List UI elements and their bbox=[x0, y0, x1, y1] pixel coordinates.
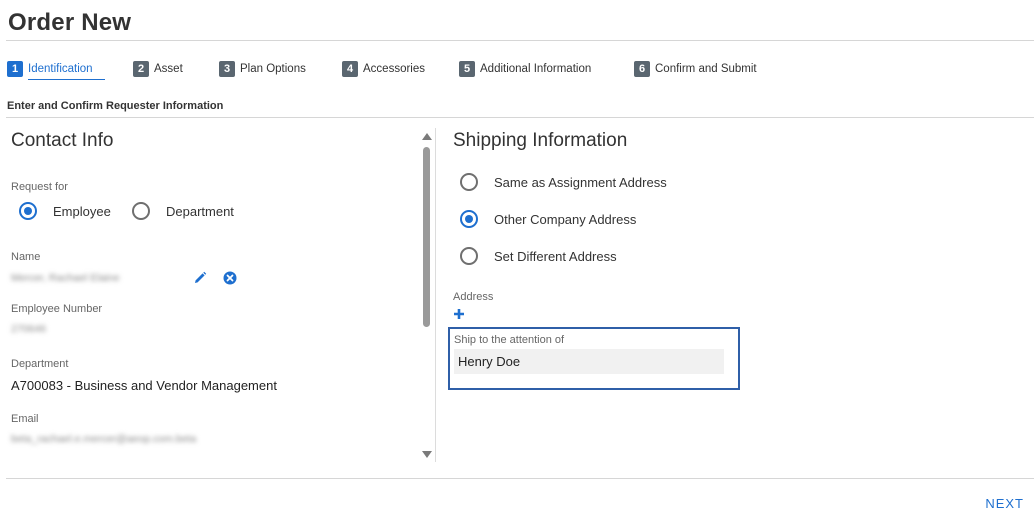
email-value: beta_rachael.e.mercer@aeop.com.beta bbox=[11, 433, 197, 445]
radio-same-as-assignment-address[interactable]: Same as Assignment Address bbox=[460, 173, 667, 191]
step-number: 3 bbox=[219, 60, 235, 77]
request-for-label: Request for bbox=[11, 181, 68, 193]
next-button[interactable]: NEXT bbox=[985, 496, 1024, 511]
radio-employee[interactable]: Employee bbox=[19, 202, 111, 220]
step-number: 5 bbox=[459, 60, 475, 77]
attention-input[interactable] bbox=[454, 349, 724, 374]
scroll-thumb[interactable] bbox=[423, 147, 430, 327]
contact-info-title: Contact Info bbox=[11, 130, 114, 151]
contact-scrollbar[interactable] bbox=[421, 130, 432, 460]
step-asset[interactable]: 2 Asset bbox=[133, 60, 183, 77]
radio-label: Set Different Address bbox=[494, 248, 617, 264]
radio-label: Department bbox=[166, 203, 234, 219]
step-confirm-and-submit[interactable]: 6 Confirm and Submit bbox=[634, 60, 757, 77]
scroll-down-icon[interactable] bbox=[422, 451, 432, 458]
step-accessories[interactable]: 4 Accessories bbox=[342, 60, 425, 77]
step-number: 4 bbox=[342, 60, 358, 77]
section-caption: Enter and Confirm Requester Information bbox=[7, 100, 224, 112]
employee-number-value: 270646 bbox=[11, 323, 47, 335]
radio-label: Same as Assignment Address bbox=[494, 174, 667, 190]
radio-indicator bbox=[460, 173, 478, 191]
name-label: Name bbox=[11, 251, 41, 263]
radio-label: Employee bbox=[53, 203, 111, 219]
radio-set-different-address[interactable]: Set Different Address bbox=[460, 247, 617, 265]
department-value: A700083 - Business and Vendor Management bbox=[11, 378, 277, 393]
pencil-icon[interactable] bbox=[193, 271, 207, 285]
radio-indicator bbox=[132, 202, 150, 220]
step-number: 2 bbox=[133, 60, 149, 77]
ship-to-attention-field: Ship to the attention of bbox=[448, 327, 740, 390]
radio-indicator bbox=[460, 247, 478, 265]
plus-icon[interactable] bbox=[453, 308, 465, 320]
scroll-up-icon[interactable] bbox=[422, 133, 432, 140]
page-title: Order New bbox=[8, 9, 132, 36]
step-label: Identification bbox=[28, 62, 93, 75]
step-number: 1 bbox=[7, 60, 23, 77]
step-label: Confirm and Submit bbox=[655, 62, 757, 75]
name-value: Mercer, Rachael Elaine bbox=[11, 272, 120, 284]
radio-other-company-address[interactable]: Other Company Address bbox=[460, 210, 636, 228]
column-divider bbox=[435, 128, 436, 462]
step-plan-options[interactable]: 3 Plan Options bbox=[219, 60, 306, 77]
close-circle-icon[interactable] bbox=[223, 271, 237, 285]
email-label: Email bbox=[11, 413, 39, 425]
department-label: Department bbox=[11, 358, 69, 370]
step-label: Asset bbox=[154, 62, 183, 75]
radio-selected-indicator bbox=[19, 202, 37, 220]
step-number: 6 bbox=[634, 60, 650, 77]
step-identification[interactable]: 1 Identification bbox=[7, 60, 93, 77]
title-divider bbox=[6, 40, 1034, 41]
employee-number-label: Employee Number bbox=[11, 303, 103, 315]
active-step-underline bbox=[28, 79, 105, 80]
shipping-info-title: Shipping Information bbox=[453, 130, 628, 151]
step-label: Additional Information bbox=[480, 62, 592, 75]
step-additional-information[interactable]: 5 Additional Information bbox=[459, 60, 591, 77]
address-label: Address bbox=[453, 291, 494, 303]
radio-department[interactable]: Department bbox=[132, 202, 234, 220]
radio-label: Other Company Address bbox=[494, 211, 637, 227]
radio-selected-indicator bbox=[460, 210, 478, 228]
footer-divider bbox=[6, 478, 1034, 479]
step-label: Accessories bbox=[363, 62, 425, 75]
caption-divider bbox=[6, 117, 1034, 118]
attention-label: Ship to the attention of bbox=[454, 334, 565, 346]
step-label: Plan Options bbox=[240, 62, 306, 75]
